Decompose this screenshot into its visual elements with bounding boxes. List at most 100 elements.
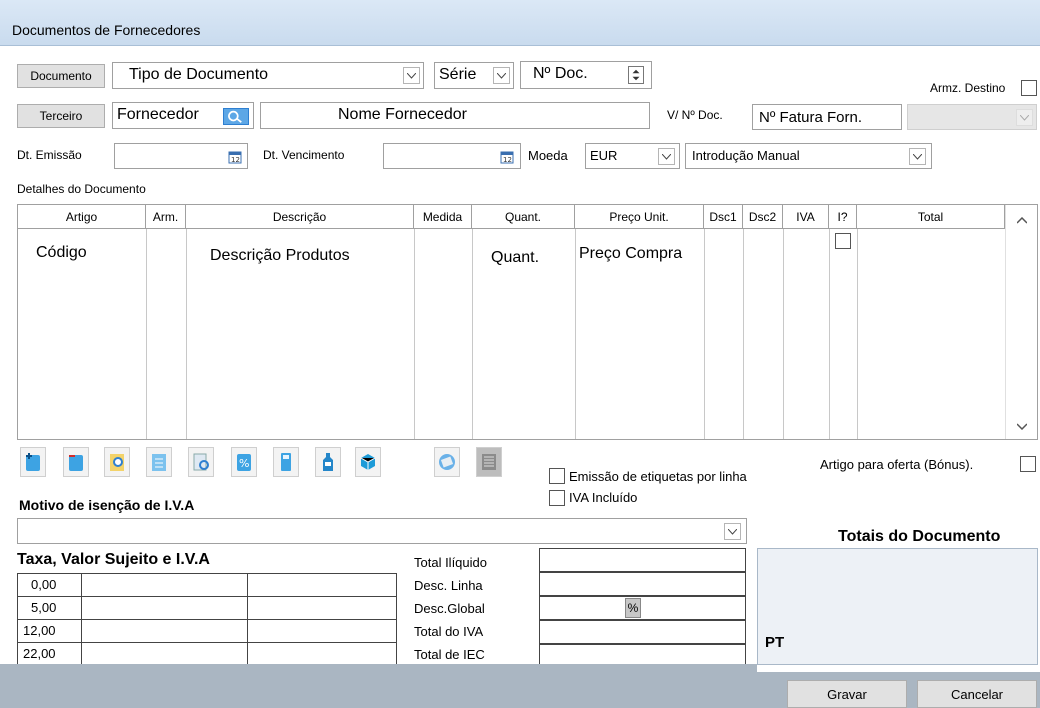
svg-text:12: 12 — [231, 156, 240, 164]
emissao-etiquetas-label: Emissão de etiquetas por linha — [569, 469, 747, 484]
moeda-value: EUR — [590, 148, 618, 163]
total-iec-label: Total de IEC — [414, 647, 485, 662]
bottle-icon[interactable] — [315, 447, 341, 477]
fornecedor-input[interactable]: Fornecedor — [112, 102, 254, 129]
emissao-etiquetas-checkbox[interactable] — [549, 468, 565, 484]
moeda-select[interactable]: EUR — [585, 143, 680, 169]
grid-line — [472, 229, 473, 439]
artigo-oferta-checkbox[interactable] — [1020, 456, 1036, 472]
desc-linha-label: Desc. Linha — [414, 578, 483, 593]
col-dsc1[interactable]: Dsc1 — [704, 205, 743, 229]
motivo-isencao-select[interactable] — [17, 518, 747, 544]
print-labels-icon[interactable] — [434, 447, 460, 477]
documento-button[interactable]: Documento — [17, 64, 105, 88]
moeda-label: Moeda — [528, 148, 568, 163]
total-iliquido-field[interactable] — [539, 548, 746, 572]
col-arm[interactable]: Arm. — [146, 205, 186, 229]
col-iva[interactable]: IVA — [783, 205, 829, 229]
calendar-icon[interactable]: 12 — [228, 150, 242, 164]
country-code: PT — [765, 634, 785, 651]
col-i[interactable]: I? — [829, 205, 857, 229]
serie-select[interactable]: Série — [434, 62, 514, 89]
dt-emissao-input[interactable]: 12 — [114, 143, 248, 169]
introducao-select[interactable]: Introdução Manual — [685, 143, 932, 169]
col-preco-unit[interactable]: Preço Unit. — [575, 205, 704, 229]
n-fatura-forn-input[interactable]: Nº Fatura Forn. — [752, 104, 902, 130]
detalhes-label: Detalhes do Documento — [17, 182, 146, 196]
tipo-documento-value: Tipo de Documento — [129, 66, 269, 83]
cancelar-button[interactable]: Cancelar — [917, 680, 1037, 708]
col-total[interactable]: Total — [857, 205, 1005, 229]
add-line-icon[interactable] — [20, 447, 46, 477]
iva-incluido-checkbox[interactable] — [549, 490, 565, 506]
scroll-up-icon[interactable] — [1017, 217, 1027, 224]
grid-line — [575, 229, 576, 439]
search-article-icon[interactable] — [104, 447, 130, 477]
delete-line-icon[interactable] — [63, 447, 89, 477]
desc-global-field[interactable]: % — [539, 596, 746, 620]
percent-icon[interactable]: % — [231, 447, 257, 477]
row-artigo[interactable]: Código — [36, 244, 87, 262]
armz-destino-checkbox[interactable] — [1021, 80, 1037, 96]
nome-fornecedor-input[interactable]: Nome Fornecedor — [260, 102, 650, 129]
desc-linha-field[interactable] — [539, 572, 746, 596]
col-descricao[interactable]: Descrição — [186, 205, 414, 229]
total-iec-field[interactable] — [539, 644, 746, 666]
grid-line — [783, 229, 784, 439]
chevron-down-icon[interactable] — [724, 523, 741, 540]
preview-icon[interactable] — [188, 447, 214, 477]
n-doc-stepper[interactable]: Nº Doc. — [520, 61, 652, 89]
taxa-row-line — [17, 596, 397, 597]
document-icon[interactable] — [146, 447, 172, 477]
taxa-rate: 12,00 — [23, 623, 56, 638]
svg-text:%: % — [239, 457, 249, 470]
row-quant[interactable]: Quant. — [491, 249, 539, 267]
desc-global-label: Desc.Global — [414, 601, 485, 616]
chevron-down-icon[interactable] — [403, 67, 420, 84]
taxa-rate: 0,00 — [31, 577, 57, 592]
dt-vencimento-input[interactable]: 12 — [383, 143, 521, 169]
grid-scrollbar[interactable] — [1005, 205, 1037, 439]
calculator-icon[interactable] — [273, 447, 299, 477]
spin-icon[interactable] — [628, 66, 644, 84]
col-medida[interactable]: Medida — [414, 205, 472, 229]
row-descricao[interactable]: Descrição Produtos — [210, 247, 350, 265]
n-doc-value: Nº Doc. — [533, 65, 588, 82]
totais-title: Totais do Documento — [838, 528, 1001, 545]
svg-text:12: 12 — [503, 156, 512, 164]
armz-destino-label: Armz. Destino — [930, 81, 1006, 95]
col-artigo[interactable]: Artigo — [18, 205, 146, 229]
grid-line — [743, 229, 744, 439]
taxa-row-line — [17, 642, 397, 643]
percent-sign: % — [625, 598, 641, 618]
scroll-down-icon[interactable] — [1017, 423, 1027, 430]
totais-panel: PT — [757, 548, 1038, 665]
grid-line — [704, 229, 705, 439]
window-title: Documentos de Fornecedores — [12, 22, 201, 38]
gravar-button[interactable]: Gravar — [787, 680, 907, 708]
chevron-down-icon[interactable] — [658, 148, 675, 165]
dt-emissao-label: Dt. Emissão — [17, 148, 82, 162]
col-dsc2[interactable]: Dsc2 — [743, 205, 783, 229]
taxa-title: Taxa, Valor Sujeito e I.V.A — [17, 551, 210, 568]
package-icon[interactable] — [355, 447, 381, 477]
introducao-value: Introdução Manual — [692, 148, 800, 163]
barcode-icon[interactable] — [476, 447, 502, 477]
chevron-down-icon[interactable] — [909, 148, 926, 165]
chevron-down-icon[interactable] — [493, 67, 510, 84]
row-preco[interactable]: Preço Compra — [579, 245, 682, 263]
grid-line — [146, 229, 147, 439]
details-grid[interactable] — [17, 204, 1038, 440]
n-fatura-forn-value: Nº Fatura Forn. — [759, 109, 863, 126]
grid-line — [829, 229, 830, 439]
grid-line — [186, 229, 187, 439]
row-i-checkbox[interactable] — [835, 233, 851, 249]
search-icon[interactable] — [223, 108, 249, 125]
terceiro-button[interactable]: Terceiro — [17, 104, 105, 128]
dt-vencimento-label: Dt. Vencimento — [263, 148, 345, 162]
total-iva-field[interactable] — [539, 620, 746, 644]
calendar-icon[interactable]: 12 — [500, 150, 514, 164]
grid-line — [857, 229, 858, 439]
tipo-documento-select[interactable]: Tipo de Documento — [112, 62, 424, 89]
col-quant[interactable]: Quant. — [472, 205, 575, 229]
